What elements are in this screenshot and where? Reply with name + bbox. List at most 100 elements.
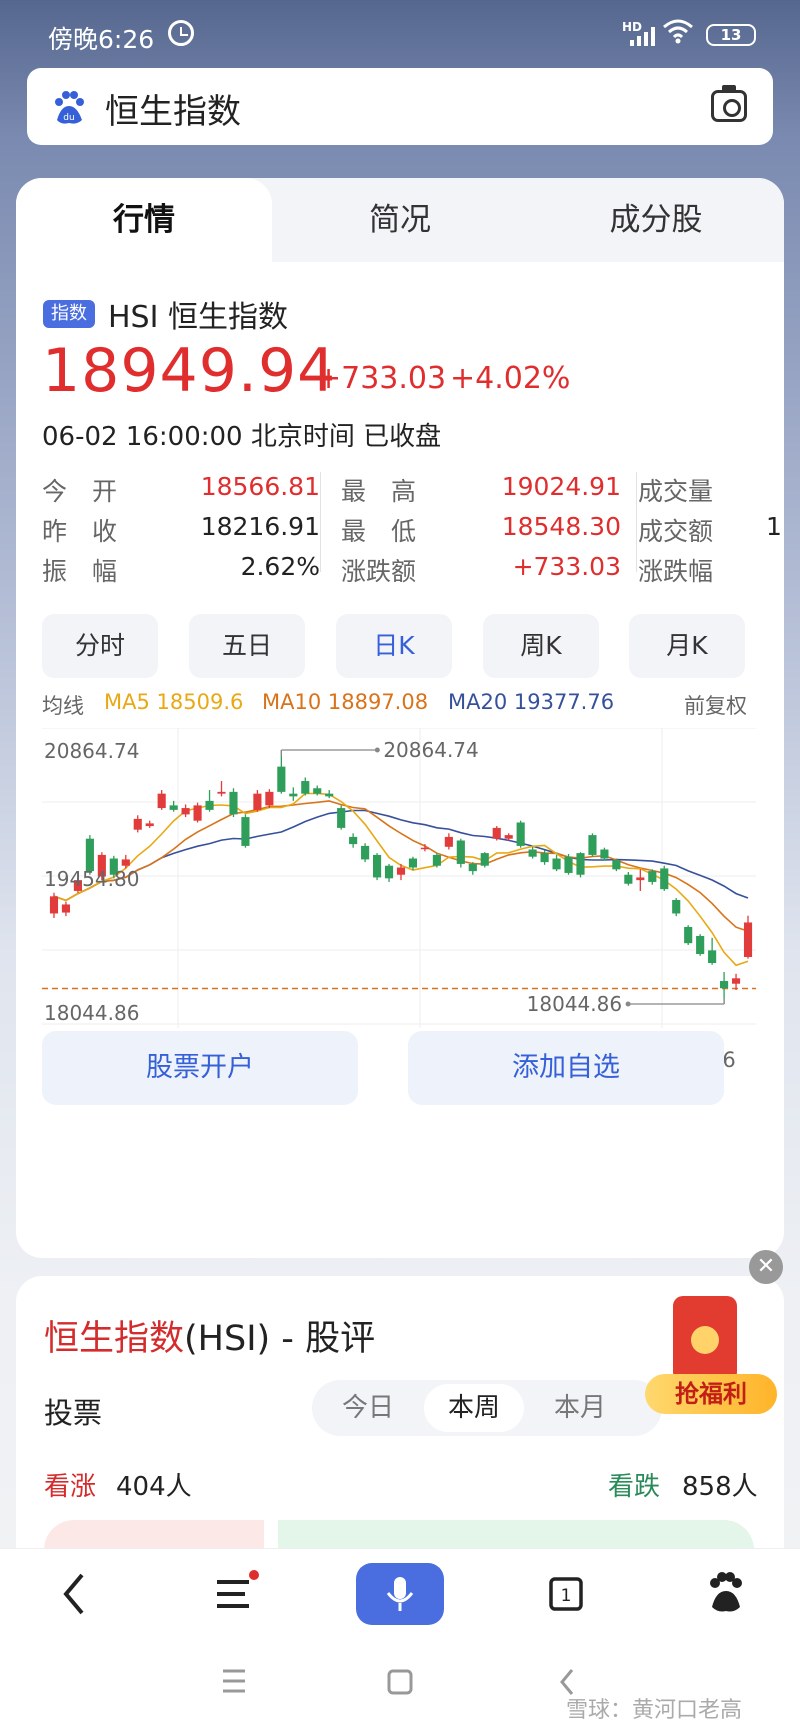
candle xyxy=(696,935,705,954)
promo-label[interactable]: 抢福利 xyxy=(645,1374,777,1414)
current-price: 18949.94 xyxy=(42,336,337,406)
candle xyxy=(253,793,262,810)
recent-apps-icon[interactable] xyxy=(189,1638,279,1728)
review-title: 恒生指数(HSI) - 股评 xyxy=(44,1310,375,1361)
bottom-toolbar: 1 xyxy=(0,1548,800,1638)
tab-overview[interactable]: 简况 xyxy=(272,178,528,262)
candle xyxy=(708,950,717,964)
stat-label: 成交量 xyxy=(638,477,714,506)
candle xyxy=(444,836,453,847)
candlestick-chart[interactable]: 20864.74 19454.80 18044.86 20864.74 18044.86 xyxy=(42,728,756,1028)
candle xyxy=(169,805,178,810)
candle xyxy=(516,822,525,846)
candle xyxy=(277,766,286,792)
candle xyxy=(384,865,394,879)
red-packet-icon xyxy=(673,1296,737,1382)
add-watchlist-button[interactable]: 添加自选 xyxy=(408,1031,724,1105)
bullish-count: 404人 xyxy=(116,1472,192,1502)
tab-bar: 行情 简况 成分股 xyxy=(16,178,784,262)
candle xyxy=(672,899,681,914)
candle xyxy=(241,817,250,846)
candle xyxy=(313,788,322,794)
min-label: 18044.86 xyxy=(527,992,622,1016)
back-icon[interactable] xyxy=(30,1549,120,1639)
divider xyxy=(320,472,321,572)
price-change-pct: +4.02% xyxy=(450,361,571,396)
review-title-rest: (HSI) - 股评 xyxy=(184,1319,376,1359)
tab-market[interactable]: 行情 xyxy=(16,178,272,262)
candle xyxy=(361,845,370,860)
stat-value: +733.03 xyxy=(512,552,621,581)
battery-icon: 13 xyxy=(706,24,756,46)
candle xyxy=(217,791,226,794)
candle xyxy=(684,926,693,944)
stat-label: 成交额 xyxy=(638,517,714,546)
microphone-icon xyxy=(386,1577,414,1611)
period-weekly-button[interactable]: 周K xyxy=(483,614,599,678)
candle xyxy=(133,818,142,830)
candle xyxy=(588,835,597,855)
candle xyxy=(504,835,513,839)
wifi-icon xyxy=(662,18,694,51)
candle xyxy=(145,823,154,827)
search-query[interactable]: 恒生指数 xyxy=(105,84,241,133)
y-axis-label: 19454.80 xyxy=(44,867,139,891)
candle xyxy=(636,877,645,881)
stat-label: 涨跌幅 xyxy=(638,557,714,586)
menu-icon[interactable] xyxy=(188,1549,278,1639)
candle xyxy=(49,896,59,914)
stat-value: 18216.91 xyxy=(200,512,320,541)
candle xyxy=(624,874,633,884)
bearish-label: 看跌 xyxy=(608,1472,661,1502)
period-daily-button[interactable]: 日K xyxy=(336,614,452,678)
candle xyxy=(743,922,753,957)
home-icon[interactable] xyxy=(355,1638,445,1728)
stat-value: 19024.91 xyxy=(501,472,621,501)
candle xyxy=(660,868,669,890)
tabs-icon[interactable]: 1 xyxy=(522,1549,612,1639)
bearish-count: 858人 xyxy=(682,1472,758,1502)
voice-search-button[interactable] xyxy=(356,1563,444,1625)
tab-count: 1 xyxy=(561,1586,572,1606)
status-time: 傍晚6:26 xyxy=(48,25,155,54)
period-intraday-button[interactable]: 分时 xyxy=(42,614,158,678)
max-label: 20864.74 xyxy=(383,738,478,762)
index-name: HSI 恒生指数 xyxy=(108,300,288,335)
segment-today[interactable]: 今日 xyxy=(318,1384,418,1432)
period-monthly-button[interactable]: 月K xyxy=(629,614,745,678)
period-5day-button[interactable]: 五日 xyxy=(189,614,305,678)
vote-label: 投票 xyxy=(44,1396,103,1430)
candle xyxy=(157,793,166,809)
candle xyxy=(648,871,657,882)
price-adjust-toggle[interactable]: 前复权 xyxy=(684,690,747,720)
candle xyxy=(600,849,609,859)
camera-icon[interactable] xyxy=(711,85,747,122)
candle xyxy=(731,978,741,984)
candle xyxy=(480,853,489,866)
segment-this-month[interactable]: 本月 xyxy=(530,1384,630,1432)
watermark: 雪球：黄河口老高 xyxy=(566,1698,743,1723)
search-bar[interactable]: du 恒生指数 xyxy=(27,68,773,145)
candle xyxy=(720,981,729,989)
candle xyxy=(492,827,501,839)
candle xyxy=(456,840,465,864)
candle xyxy=(540,853,549,863)
open-account-button[interactable]: 股票开户 xyxy=(42,1031,358,1105)
baidu-paw-icon[interactable] xyxy=(680,1549,770,1639)
promo-widget[interactable]: 抢福利 xyxy=(645,1292,777,1422)
candle xyxy=(564,856,573,873)
candle xyxy=(337,808,346,828)
segment-this-week[interactable]: 本周 xyxy=(424,1384,524,1432)
candle xyxy=(181,808,190,815)
ma20-value: MA20 19377.76 xyxy=(448,690,615,714)
candle xyxy=(265,791,274,806)
stat-value: 2.62% xyxy=(240,552,320,581)
stat-value: 1 xyxy=(766,512,782,541)
candle xyxy=(301,781,310,794)
close-promo-button[interactable]: ✕ xyxy=(749,1250,783,1284)
max-marker xyxy=(374,747,380,753)
ma20-line xyxy=(53,809,749,902)
review-title-index: 恒生指数 xyxy=(44,1319,185,1359)
y-axis-label: 18044.86 xyxy=(44,1001,139,1025)
tab-constituents[interactable]: 成分股 xyxy=(528,178,784,262)
